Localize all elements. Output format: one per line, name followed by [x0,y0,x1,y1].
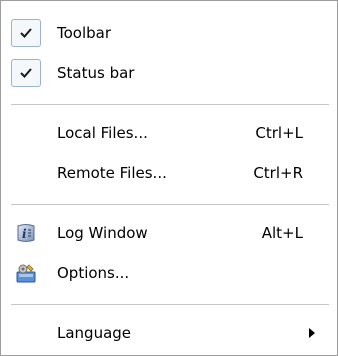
svg-text:i: i [22,227,27,241]
menu-item-label: Local Files... [57,124,148,142]
menu-separator [11,204,329,205]
menu-separator [11,304,329,305]
menu-item-label: Language [57,324,132,342]
menu-item-label: Options... [57,264,130,282]
menu-item-label: Log Window [57,224,148,242]
submenu-arrow-icon [309,328,315,338]
menu-item-toolbar[interactable]: Toolbar [1,15,337,51]
menu-item-label: Toolbar [57,24,112,42]
log-window-icon: i [15,222,37,244]
options-icon [15,262,37,284]
menu-item-shortcut: Ctrl+L [255,124,303,142]
menu-item-status-bar[interactable]: Status bar [1,55,337,91]
check-icon [11,59,41,87]
menu-item-shortcut: Ctrl+R [253,164,303,182]
menu-separator [11,104,329,105]
menu-item-remote-files[interactable]: Remote Files... Ctrl+R [1,155,337,191]
menu-item-log-window[interactable]: i Log Window Alt+L [1,215,337,251]
menu-item-shortcut: Alt+L [261,224,303,242]
view-menu: Toolbar Status bar Local Files... Ctrl+L… [0,0,338,356]
menu-item-language[interactable]: Language [1,315,337,351]
menu-item-options[interactable]: Options... [1,255,337,291]
menu-item-label: Remote Files... [57,164,167,182]
check-icon [11,19,41,47]
menu-item-local-files[interactable]: Local Files... Ctrl+L [1,115,337,151]
menu-item-label: Status bar [57,64,135,82]
